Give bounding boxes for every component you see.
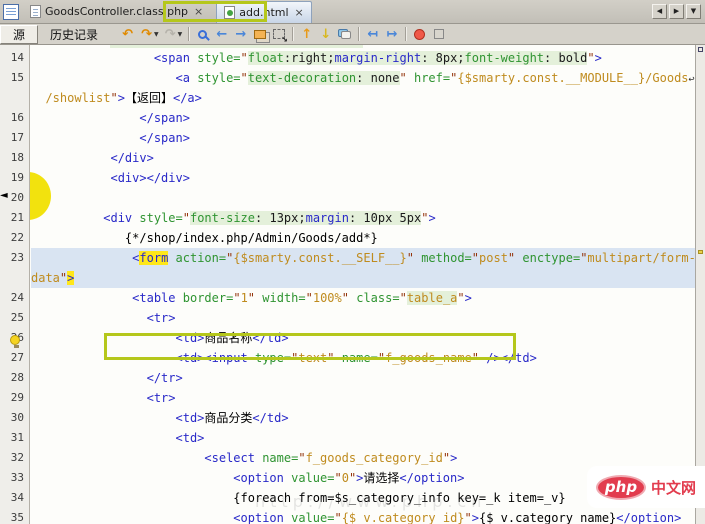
demote-icon[interactable]: ↓ (316, 25, 335, 43)
line-number: 35 (10, 511, 24, 524)
selection-mode-icon-glyph (272, 29, 288, 44)
line-number: 17 (10, 131, 24, 144)
toolbar-separator (405, 27, 407, 41)
back-edit-location-icon[interactable]: ↶ (118, 25, 137, 43)
overview-ruler[interactable] (695, 45, 705, 524)
forward-edit-location-icon[interactable]: ↷ (137, 25, 156, 43)
line-number: 18 (10, 151, 24, 164)
ruler-mark (698, 250, 703, 254)
elements-icon[interactable] (335, 25, 354, 43)
record-icon[interactable] (410, 25, 429, 43)
tab-history[interactable]: 历史记录 (38, 25, 110, 44)
code-line: {*/shop/index.php/Admin/Goods/add*} (124, 231, 378, 245)
line-number: 33 (10, 471, 24, 484)
selection-mode-icon[interactable] (269, 25, 288, 44)
lightbulb-icon (10, 335, 22, 348)
elements-icon-glyph (338, 29, 352, 39)
line-number: 14 (10, 51, 24, 64)
php-file-icon (30, 5, 41, 18)
promote-icon[interactable]: ↑ (297, 25, 316, 43)
line-number-gutter: 1415161718192021222324252627282930313233… (0, 45, 30, 524)
code-line: <form action="{$smarty.const.__SELF__}" … (31, 248, 695, 268)
line-number: 27 (10, 351, 24, 364)
search-icon[interactable] (193, 25, 212, 43)
toolbar-separator (292, 27, 294, 41)
code-line: <select name="f_goods_category_id"> (204, 451, 458, 465)
line-number: 32 (10, 451, 24, 464)
shift-left-icon[interactable]: ↤ (363, 25, 382, 43)
code-line: </tr> (146, 371, 183, 385)
window-file-icon (3, 3, 19, 20)
code-line: <table border="1" width="100%" class="ta… (132, 291, 472, 305)
copy-icon-glyph (253, 29, 266, 39)
php-logo: php (595, 474, 646, 500)
php-cn-watermark: php 中文网 (587, 466, 705, 508)
code-line: <td>商品分类</td> (175, 411, 289, 425)
code-line: <tr> (146, 391, 176, 405)
close-icon[interactable]: × (295, 6, 304, 19)
code-line: data"> (31, 268, 695, 288)
code-line: </span> (139, 131, 190, 145)
tab-list-dropdown-button[interactable]: ▼ (686, 4, 701, 19)
tab-source[interactable]: 源 (0, 24, 39, 44)
stop-icon[interactable] (429, 25, 448, 43)
toolbar-separator (358, 27, 360, 41)
annotation-cursor-icon: ◄ (0, 190, 8, 201)
code-line: /showlist">【返回】</a> (45, 91, 202, 105)
editor-tab-bar: GoodsController.class.php × add.html × ◀… (0, 0, 705, 24)
line-number: 15 (10, 71, 24, 84)
record-icon-glyph (414, 28, 426, 40)
code-line: <div style="font-size: 13px;margin: 10px… (103, 211, 436, 225)
line-number: 24 (10, 291, 24, 304)
code-area[interactable]: <span style="float:right;margin-right: 8… (31, 45, 695, 524)
copy-icon[interactable] (250, 25, 269, 43)
code-line: <div></div> (110, 171, 190, 185)
code-line: <span style="float:right;margin-right: 8… (153, 51, 602, 65)
code-line: </div> (110, 151, 154, 165)
editor-toolbar: 源 历史记录 ↶↷▼↷▼←→↑↓↤↦ (0, 24, 705, 45)
next-annotation-icon[interactable]: → (231, 25, 250, 43)
line-number: 30 (10, 411, 24, 424)
line-number: 23 (10, 251, 24, 264)
line-number: 21 (10, 211, 24, 224)
code-line: <tr> (146, 311, 176, 325)
faint-watermark: http://www.php.cn (255, 492, 487, 511)
line-number: 29 (10, 391, 24, 404)
shift-right-icon[interactable]: ↦ (382, 25, 401, 43)
previous-annotation-icon[interactable]: ← (212, 25, 231, 43)
annotation-box-tab (163, 1, 267, 22)
site-name: 中文网 (650, 478, 696, 497)
line-number (0, 268, 29, 288)
line-number: 34 (10, 491, 24, 504)
toolbar-separator (188, 27, 190, 41)
ruler-mark (698, 47, 703, 52)
search-icon-glyph (198, 29, 208, 39)
tab-scroll-left-button[interactable]: ◀ (652, 4, 667, 19)
code-line: <a style="text-decoration: none" href="{… (175, 71, 695, 85)
code-editor[interactable]: 1415161718192021222324252627282930313233… (0, 45, 705, 524)
line-number (0, 88, 29, 108)
tab-scroll-right-button[interactable]: ▶ (669, 4, 684, 19)
annotation-box-form (104, 333, 516, 360)
forward-disabled-icon[interactable]: ↷ (161, 25, 180, 43)
line-number: 25 (10, 311, 24, 324)
line-number: 28 (10, 371, 24, 384)
line-number: 16 (10, 111, 24, 124)
line-number: 31 (10, 431, 24, 444)
line-number: 22 (10, 231, 24, 244)
stop-icon-glyph (433, 29, 444, 39)
code-line: </span> (139, 111, 190, 125)
code-line: <td> (175, 431, 205, 445)
line-number: 19 (10, 171, 24, 184)
